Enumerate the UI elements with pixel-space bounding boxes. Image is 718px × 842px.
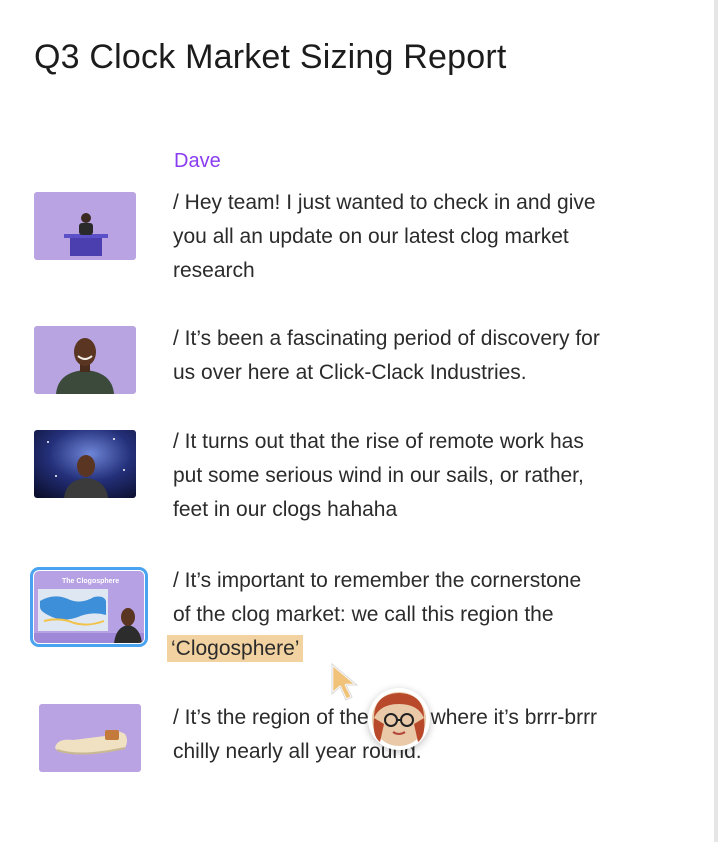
- segment-text[interactable]: / It turns out that the rise of remote w…: [173, 425, 673, 527]
- scene-thumbnail[interactable]: [34, 192, 136, 260]
- video-frame-portrait-icon: [34, 326, 136, 394]
- segment-text[interactable]: / It’s important to remember the corners…: [167, 564, 673, 666]
- page-title: Q3 Clock Market Sizing Report: [34, 38, 507, 76]
- scene-thumbnail-selected[interactable]: The Clogosphere: [30, 567, 148, 647]
- highlighted-term[interactable]: ‘Clogosphere’: [167, 635, 304, 662]
- speaker-label[interactable]: Dave: [174, 150, 221, 173]
- segment-text-part[interactable]: / It’s important to remember the corners…: [173, 569, 581, 626]
- video-frame-clog-icon: [39, 704, 141, 772]
- segment-text[interactable]: / Hey team! I just wanted to check in an…: [173, 186, 673, 288]
- scrollbar-track[interactable]: [714, 0, 718, 842]
- transcript-page: Q3 Clock Market Sizing Report Dave / Hey…: [0, 0, 718, 842]
- arrow-cursor-icon: [328, 660, 362, 709]
- video-frame-space-icon: [34, 430, 136, 498]
- scene-thumbnail[interactable]: [39, 704, 141, 772]
- video-frame-desk-icon: [34, 192, 136, 260]
- segment-text[interactable]: / It’s been a fascinating period of disc…: [173, 322, 673, 390]
- video-frame-slide-icon: The Clogosphere: [34, 571, 144, 643]
- collaborator-avatar[interactable]: [368, 688, 430, 750]
- slide-title: The Clogosphere: [62, 578, 119, 585]
- scene-thumbnail[interactable]: [34, 326, 136, 394]
- scene-thumbnail[interactable]: [34, 430, 136, 498]
